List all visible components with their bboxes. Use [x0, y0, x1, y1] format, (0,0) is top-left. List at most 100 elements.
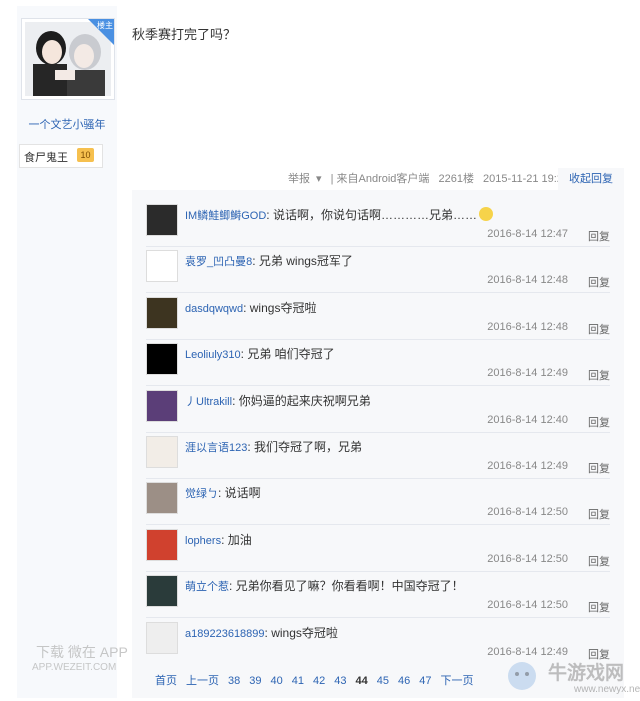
reply-username[interactable]: a189223618899: [185, 628, 265, 640]
reply-button[interactable]: 回复: [588, 414, 610, 430]
reply-time: 2016-8-14 12:50: [487, 506, 568, 519]
watermark-left-url: APP.WEZEIT.COM: [32, 662, 117, 673]
reply-content: 萌立个惹: 兄弟你看见了嘛？你看看啊！中国夺冠了！: [185, 577, 464, 594]
reply-divider: [146, 478, 610, 479]
reply-item: 袁罗_凹凸曼8: 兄弟 wings冠军了 2016-8-14 12:48 回复: [132, 250, 624, 296]
post-time: 2015-11-21 19:21: [483, 173, 570, 185]
page-link[interactable]: 首页: [155, 675, 177, 687]
page-link[interactable]: 47: [419, 675, 431, 687]
reply-content: IM鳞鮭鯽鰣GOD: 说话啊，你说句话啊…………兄弟……: [185, 206, 493, 223]
reply-button[interactable]: 回复: [588, 553, 610, 569]
reply-text: : wings夺冠啦: [243, 300, 317, 315]
page-link[interactable]: 上一页: [186, 675, 219, 687]
face-avatar[interactable]: [146, 482, 178, 515]
reply-content: a189223618899: wings夺冠啦: [185, 624, 338, 641]
reply-text: : 兄弟 咱们夺冠了: [240, 347, 335, 362]
collapse-replies-button[interactable]: 收起回复: [558, 168, 624, 190]
reply-divider: [146, 385, 610, 387]
page-link[interactable]: 44: [356, 675, 368, 687]
reply-list: IM鳞鮭鯽鰣GOD: 说话啊，你说句话啊…………兄弟…… 2016-8-14 12…: [132, 190, 624, 698]
reply-text: : 说话啊，你说句话啊…………兄弟……: [266, 208, 477, 222]
reply-time: 2016-8-14 12:47: [487, 228, 568, 240]
reply-username[interactable]: 丿Ultrakill: [185, 396, 232, 408]
post-source: | 来自Android客户端: [330, 173, 430, 185]
reply-content: 袁罗_凹凸曼8: 兄弟 wings冠军了: [185, 252, 353, 269]
reply-item: 涯以言语123: 我们夺冠了啊，兄弟 2016-8-14 12:49 回复: [132, 436, 624, 482]
reply-divider: [146, 292, 610, 294]
watermark-brand: 牛游戏网: [548, 663, 625, 684]
reply-divider: [146, 570, 610, 572]
reply-time: 2016-8-14 12:50: [487, 552, 568, 565]
reply-item: 萌立个惹: 兄弟你看见了嘛？你看看啊！中国夺冠了！ 2016-8-14 12:50…: [132, 575, 624, 621]
reply-time: 2016-8-14 12:40: [487, 413, 568, 426]
reply-item: lophers: 加油 2016-8-14 12:50 回复: [132, 528, 624, 575]
reply-divider: [146, 338, 610, 340]
reply-divider: [146, 431, 610, 433]
reply-username[interactable]: Leoliuly310: [185, 349, 241, 361]
reply-username[interactable]: lophers: [185, 535, 221, 547]
reply-text: : 兄弟 wings冠军了: [252, 254, 353, 269]
reply-text: : wings夺冠啦: [264, 625, 338, 640]
page-link[interactable]: 40: [271, 675, 283, 687]
reply-button[interactable]: 回复: [588, 228, 610, 244]
reply-item: dasdqwqwd: wings夺冠啦 2016-8-14 12:48 回复: [132, 296, 624, 343]
reply-username[interactable]: dasdqwqwd: [185, 303, 243, 315]
reply-content: dasdqwqwd: wings夺冠啦: [185, 299, 316, 316]
reply-username[interactable]: 袁罗_凹凸曼8: [185, 256, 252, 268]
reply-item: 觉绿ㄅ: 说话啊 2016-8-14 12:50 回复: [132, 482, 624, 528]
author-sidebar: 楼主 一个文艺小骚年 食尸鬼王 10: [17, 6, 117, 698]
page-link[interactable]: 45: [377, 675, 389, 687]
blank-avatar[interactable]: [146, 621, 178, 654]
page-link[interactable]: 下一页: [441, 675, 474, 687]
reply-text: : 兄弟你看见了嘛？你看看啊！中国夺冠了！: [229, 579, 464, 594]
page-link[interactable]: 41: [292, 675, 304, 687]
reply-username[interactable]: 涯以言语123: [185, 442, 247, 454]
dark-teal-avatar[interactable]: [146, 575, 178, 608]
forum-tag-name: 食尸鬼王: [24, 152, 68, 164]
portrait-avatar[interactable]: [146, 296, 178, 329]
author-name[interactable]: 一个文艺小骚年: [17, 116, 117, 132]
report-link[interactable]: 举报: [288, 173, 310, 185]
author-avatar[interactable]: 楼主: [21, 18, 115, 100]
mustache-avatar[interactable]: [146, 343, 178, 376]
reply-text: : 加油: [221, 532, 252, 547]
reply-button[interactable]: 回复: [588, 321, 610, 337]
reply-username[interactable]: 萌立个惹: [185, 581, 229, 593]
page-link[interactable]: 42: [313, 675, 325, 687]
reply-divider: [146, 246, 610, 247]
purple-avatar[interactable]: [146, 389, 178, 422]
smile-emoji-icon: [478, 207, 493, 221]
forum-tag[interactable]: 食尸鬼王 10: [19, 144, 103, 168]
reply-text: : 说话啊: [218, 486, 261, 501]
reply-button[interactable]: 回复: [588, 506, 610, 522]
reply-button[interactable]: 回复: [588, 599, 610, 615]
reply-time: 2016-8-14 12:48: [487, 320, 568, 333]
pagination: 首页 上一页 38 39 40 41 42 43 44 45 46 47 下一页: [155, 672, 483, 688]
watermark-site: www.newyx.net: [574, 684, 640, 695]
page-link[interactable]: 43: [334, 675, 346, 687]
reply-time: 2016-8-14 12:48: [487, 274, 568, 287]
reply-username[interactable]: IM鳞鮭鯽鰣GOD: [185, 210, 266, 222]
post-floor: 2261楼: [438, 173, 474, 185]
meme-avatar[interactable]: [146, 250, 178, 283]
forum-level-badge: 10: [77, 148, 94, 162]
reply-item: IM鳞鮭鯽鰣GOD: 说话啊，你说句话啊…………兄弟…… 2016-8-14 12…: [132, 204, 624, 250]
reply-button[interactable]: 回复: [588, 460, 610, 476]
reply-text: : 我们夺冠了啊，兄弟: [247, 440, 363, 454]
red-avatar[interactable]: [146, 528, 178, 561]
author-badge: 楼主: [88, 19, 114, 45]
reply-content: 涯以言语123: 我们夺冠了啊，兄弟: [185, 438, 362, 455]
page-link[interactable]: 46: [398, 675, 410, 687]
chevron-down-icon[interactable]: ▾: [316, 173, 322, 185]
dark-avatar[interactable]: [146, 204, 178, 236]
reply-button[interactable]: 回复: [588, 274, 610, 290]
post-meta: 举报 ▾ | 来自Android客户端 2261楼 2015-11-21 19:2…: [288, 170, 575, 186]
reply-username[interactable]: 觉绿ㄅ: [185, 488, 218, 500]
page-link[interactable]: 39: [249, 675, 261, 687]
reply-time: 2016-8-14 12:49: [487, 367, 568, 380]
reply-item: Leoliuly310: 兄弟 咱们夺冠了 2016-8-14 12:49 回复: [132, 343, 624, 389]
reply-button[interactable]: 回复: [588, 367, 610, 383]
anime-avatar[interactable]: [146, 436, 178, 468]
page-link[interactable]: 38: [228, 675, 240, 687]
reply-content: lophers: 加油: [185, 531, 252, 548]
